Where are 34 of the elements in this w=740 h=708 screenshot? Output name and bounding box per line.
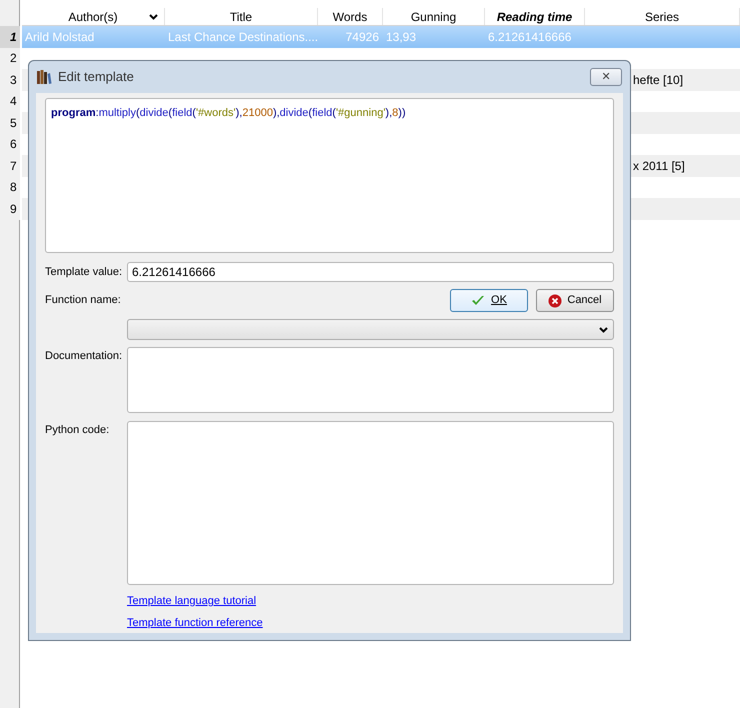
template-value-field[interactable]: 6.21261416666 bbox=[127, 262, 614, 282]
table-cell-text: 13,93 bbox=[386, 28, 416, 46]
chevron-down-icon bbox=[599, 326, 608, 332]
row-number[interactable]: 1 bbox=[0, 26, 20, 48]
help-link[interactable]: Template function reference bbox=[127, 614, 263, 631]
field-label: Function name: bbox=[45, 293, 121, 308]
ok-button[interactable]: OK bbox=[450, 289, 528, 312]
cancel-button[interactable]: Cancel bbox=[536, 289, 614, 312]
table-cell-text: Arild Molstad bbox=[25, 28, 94, 46]
field-label: Documentation: bbox=[45, 349, 124, 364]
python-code-field[interactable] bbox=[127, 421, 614, 585]
table-cell-text: 74926 bbox=[346, 28, 379, 46]
window-title: Edit template bbox=[58, 68, 134, 86]
table-cell-text: 6.21261416666 bbox=[488, 28, 572, 46]
error-icon bbox=[548, 294, 562, 308]
documentation-field[interactable] bbox=[127, 347, 614, 413]
table-cell-text: hefte [10] bbox=[633, 72, 684, 89]
column-header[interactable]: Gunning bbox=[383, 8, 485, 25]
column-header[interactable]: Title bbox=[165, 8, 318, 25]
checkmark-icon bbox=[471, 294, 486, 306]
function-dropdown[interactable] bbox=[127, 319, 614, 340]
column-header[interactable]: Reading time bbox=[485, 8, 585, 25]
column-header[interactable]: Words bbox=[318, 8, 383, 25]
column-header[interactable]: Author(s) bbox=[22, 8, 165, 25]
column-header[interactable]: Series bbox=[585, 8, 740, 25]
field-label: Python code: bbox=[45, 423, 110, 438]
code-editor[interactable]: program:multiply(divide(field('#words'),21000),divide(field('#gunning'),8)) bbox=[45, 98, 614, 253]
table-cell-text: x 2011 [5] bbox=[633, 158, 685, 175]
field-label: Template value: bbox=[45, 264, 124, 280]
close-button[interactable]: ✕ bbox=[590, 68, 622, 86]
table-cell-text: Last Chance Destinations.... bbox=[168, 28, 318, 46]
row-number[interactable]: 2 bbox=[0, 48, 20, 69]
help-link[interactable]: Template language tutorial bbox=[127, 593, 256, 610]
books-icon bbox=[36, 69, 52, 85]
